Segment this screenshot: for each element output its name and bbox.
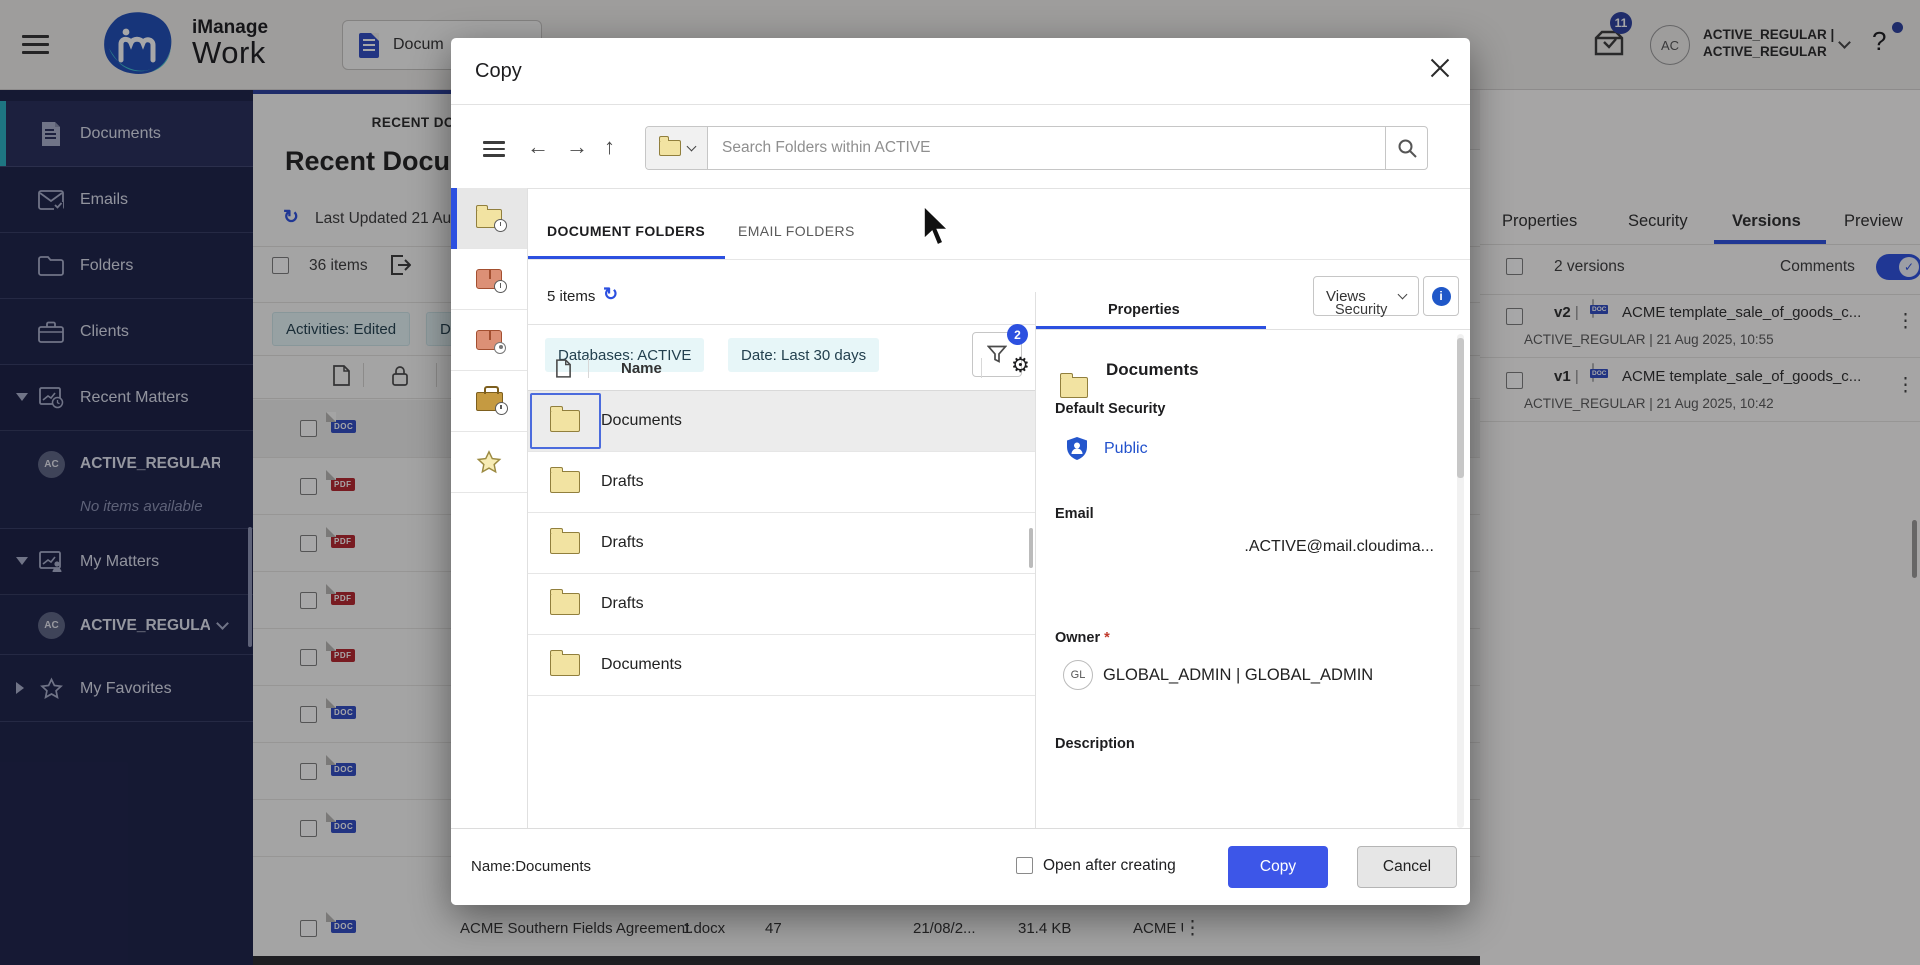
email-value: .ACTIVE@mail.cloudima... [1151,538,1434,556]
chip-date[interactable]: Date: Last 30 days [728,338,879,372]
filter-count-badge: 2 [1007,324,1028,345]
folder-icon [550,593,580,615]
selected-folder-name: Documents [1106,360,1199,380]
folder-icon [550,410,580,432]
default-security-label: Default Security [1055,401,1165,417]
search-container [645,126,1428,170]
dialog-footer: Name:Documents Open after creating Copy … [451,828,1470,905]
folder-name: Documents [601,412,682,430]
panel-scrollbar-thumb[interactable] [1457,338,1464,478]
star-icon [475,449,503,476]
owner-label: Owner * [1055,630,1110,646]
list-scrollbar[interactable] [1029,528,1033,568]
folder-name: Drafts [601,534,644,552]
divider [1035,329,1470,330]
dialog-left-rail [451,188,528,828]
refresh-icon[interactable]: ↻ [603,284,618,305]
tab-document-folders[interactable]: DOCUMENT FOLDERS [547,223,705,239]
folder-name: Drafts [601,473,644,491]
selected-indicator [451,188,457,249]
rail-favorites-icon[interactable] [451,432,527,493]
divider [451,104,1470,105]
app-root: iManage Work Docum 11 AC ACTIVE_REGULAR … [0,0,1920,965]
rail-my-matters-icon[interactable] [451,310,527,371]
divider [528,324,1035,325]
info-button[interactable]: i [1423,276,1459,316]
clock-icon [494,219,507,232]
mouse-cursor [922,205,952,249]
description-label: Description [1055,736,1135,752]
folder-name: Documents [601,656,682,674]
up-icon[interactable]: ↑ [604,134,615,160]
chevron-down-icon [1398,290,1408,300]
cancel-button[interactable]: Cancel [1357,846,1457,888]
back-icon[interactable]: ← [527,134,549,160]
list-name-header[interactable]: Name [621,360,662,377]
rail-recent-folders-icon[interactable] [451,188,527,249]
tab-email-folders[interactable]: EMAIL FOLDERS [738,223,855,239]
search-scope-dropdown[interactable] [646,127,708,169]
folder-row[interactable]: Documents [528,635,1035,696]
open-after-checkbox[interactable] [1016,857,1033,874]
info-icon: i [1432,287,1451,306]
email-label: Email [1055,506,1094,522]
chevron-down-icon [686,142,696,152]
owner-value: GLOBAL_ADMIN | GLOBAL_ADMIN [1103,666,1433,685]
folder-row[interactable]: Drafts [528,452,1035,513]
copy-button[interactable]: Copy [1228,846,1328,888]
clock-icon [494,280,507,293]
dialog-menu-icon[interactable] [483,137,505,161]
divider [528,259,1470,260]
items-count: 5 items [547,288,595,305]
folder-icon [1060,377,1088,398]
dialog-title: Copy [475,60,522,83]
search-button[interactable] [1385,127,1427,169]
folder-row[interactable]: Drafts [528,574,1035,635]
folder-row-selected[interactable]: Documents [528,391,1035,452]
folder-row[interactable]: Drafts [528,513,1035,574]
folder-icon [550,654,580,676]
list-header-type-icon[interactable] [556,359,571,383]
security-shield-icon [1066,436,1088,467]
person-icon [494,342,506,354]
copy-dialog: Copy ← → ↑ [451,38,1470,905]
dialog-tab-security[interactable]: Security [1335,302,1387,318]
search-icon [1397,138,1417,158]
panel-divider [1035,292,1036,828]
dialog-tab-properties[interactable]: Properties [1108,302,1180,318]
footer-name: Name:Documents [471,858,591,875]
open-after-label: Open after creating [1043,857,1176,875]
search-input[interactable] [708,139,1385,157]
required-asterisk: * [1104,630,1110,646]
owner-avatar: GL [1063,660,1093,690]
folder-name: Drafts [601,595,644,613]
clock-icon [495,402,508,415]
folder-icon [550,532,580,554]
folder-icon [550,471,580,493]
forward-icon[interactable]: → [566,134,588,160]
list-settings-gear-icon[interactable]: ⚙ [1011,353,1030,378]
security-value[interactable]: Public [1104,440,1148,458]
divider [981,358,982,378]
rail-recent-clients-icon[interactable] [451,371,527,432]
divider [451,188,1470,189]
funnel-icon [987,345,1007,364]
folder-icon [659,140,681,156]
rail-recent-matters-icon[interactable] [451,249,527,310]
close-icon[interactable] [1431,56,1449,74]
divider [588,358,589,378]
